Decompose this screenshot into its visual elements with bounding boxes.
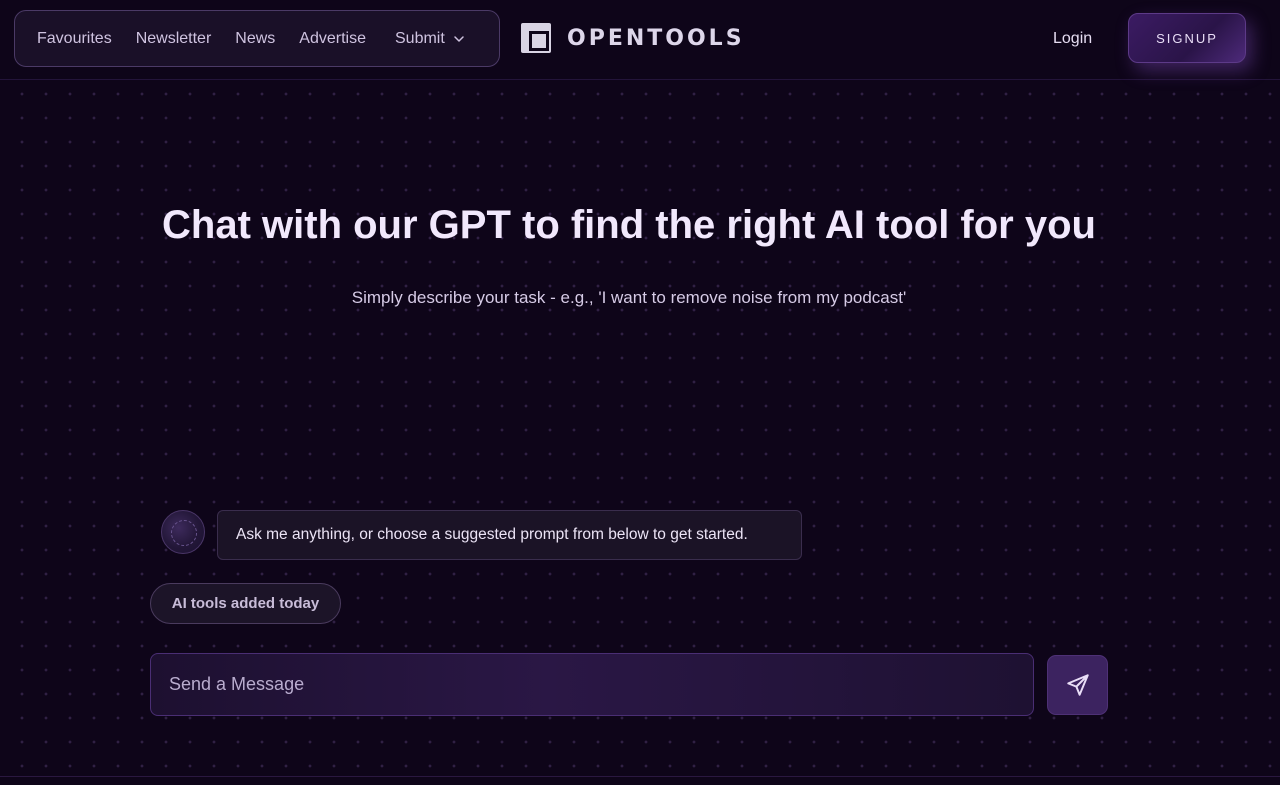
login-link[interactable]: Login: [1053, 30, 1092, 48]
site-logo[interactable]: OPENTOOLS: [521, 23, 745, 53]
message-input[interactable]: [150, 653, 1034, 716]
send-icon: [1066, 674, 1089, 696]
signup-button[interactable]: SIGNUP: [1128, 13, 1246, 63]
page-subtitle: Simply describe your task - e.g., 'I wan…: [351, 288, 907, 307]
nav-menu: Favourites Newsletter News Advertise Sub…: [14, 10, 500, 67]
nav-submit-label: Submit: [395, 29, 445, 47]
page-title: Chat with our GPT to find the right AI t…: [162, 203, 1096, 247]
nav-submit-dropdown[interactable]: Submit: [395, 30, 465, 48]
chevron-down-icon: [454, 35, 464, 42]
logo-text: OPENTOOLS: [567, 25, 745, 51]
nav-link-favourites[interactable]: Favourites: [37, 30, 112, 48]
bot-message: Ask me anything, or choose a suggested p…: [217, 510, 802, 560]
logo-icon: [521, 23, 551, 53]
suggested-prompt-chip[interactable]: AI tools added today: [150, 583, 341, 624]
footer-divider: [0, 776, 1280, 777]
top-navigation-bar: Favourites Newsletter News Advertise Sub…: [0, 0, 1280, 80]
nav-link-advertise[interactable]: Advertise: [299, 30, 366, 48]
page: Favourites Newsletter News Advertise Sub…: [0, 0, 1280, 785]
bot-message-text: Ask me anything, or choose a suggested p…: [236, 526, 748, 543]
nav-link-news[interactable]: News: [235, 30, 275, 48]
send-button[interactable]: [1047, 655, 1108, 715]
nav-link-newsletter[interactable]: Newsletter: [136, 30, 212, 48]
bot-avatar: [161, 510, 205, 554]
